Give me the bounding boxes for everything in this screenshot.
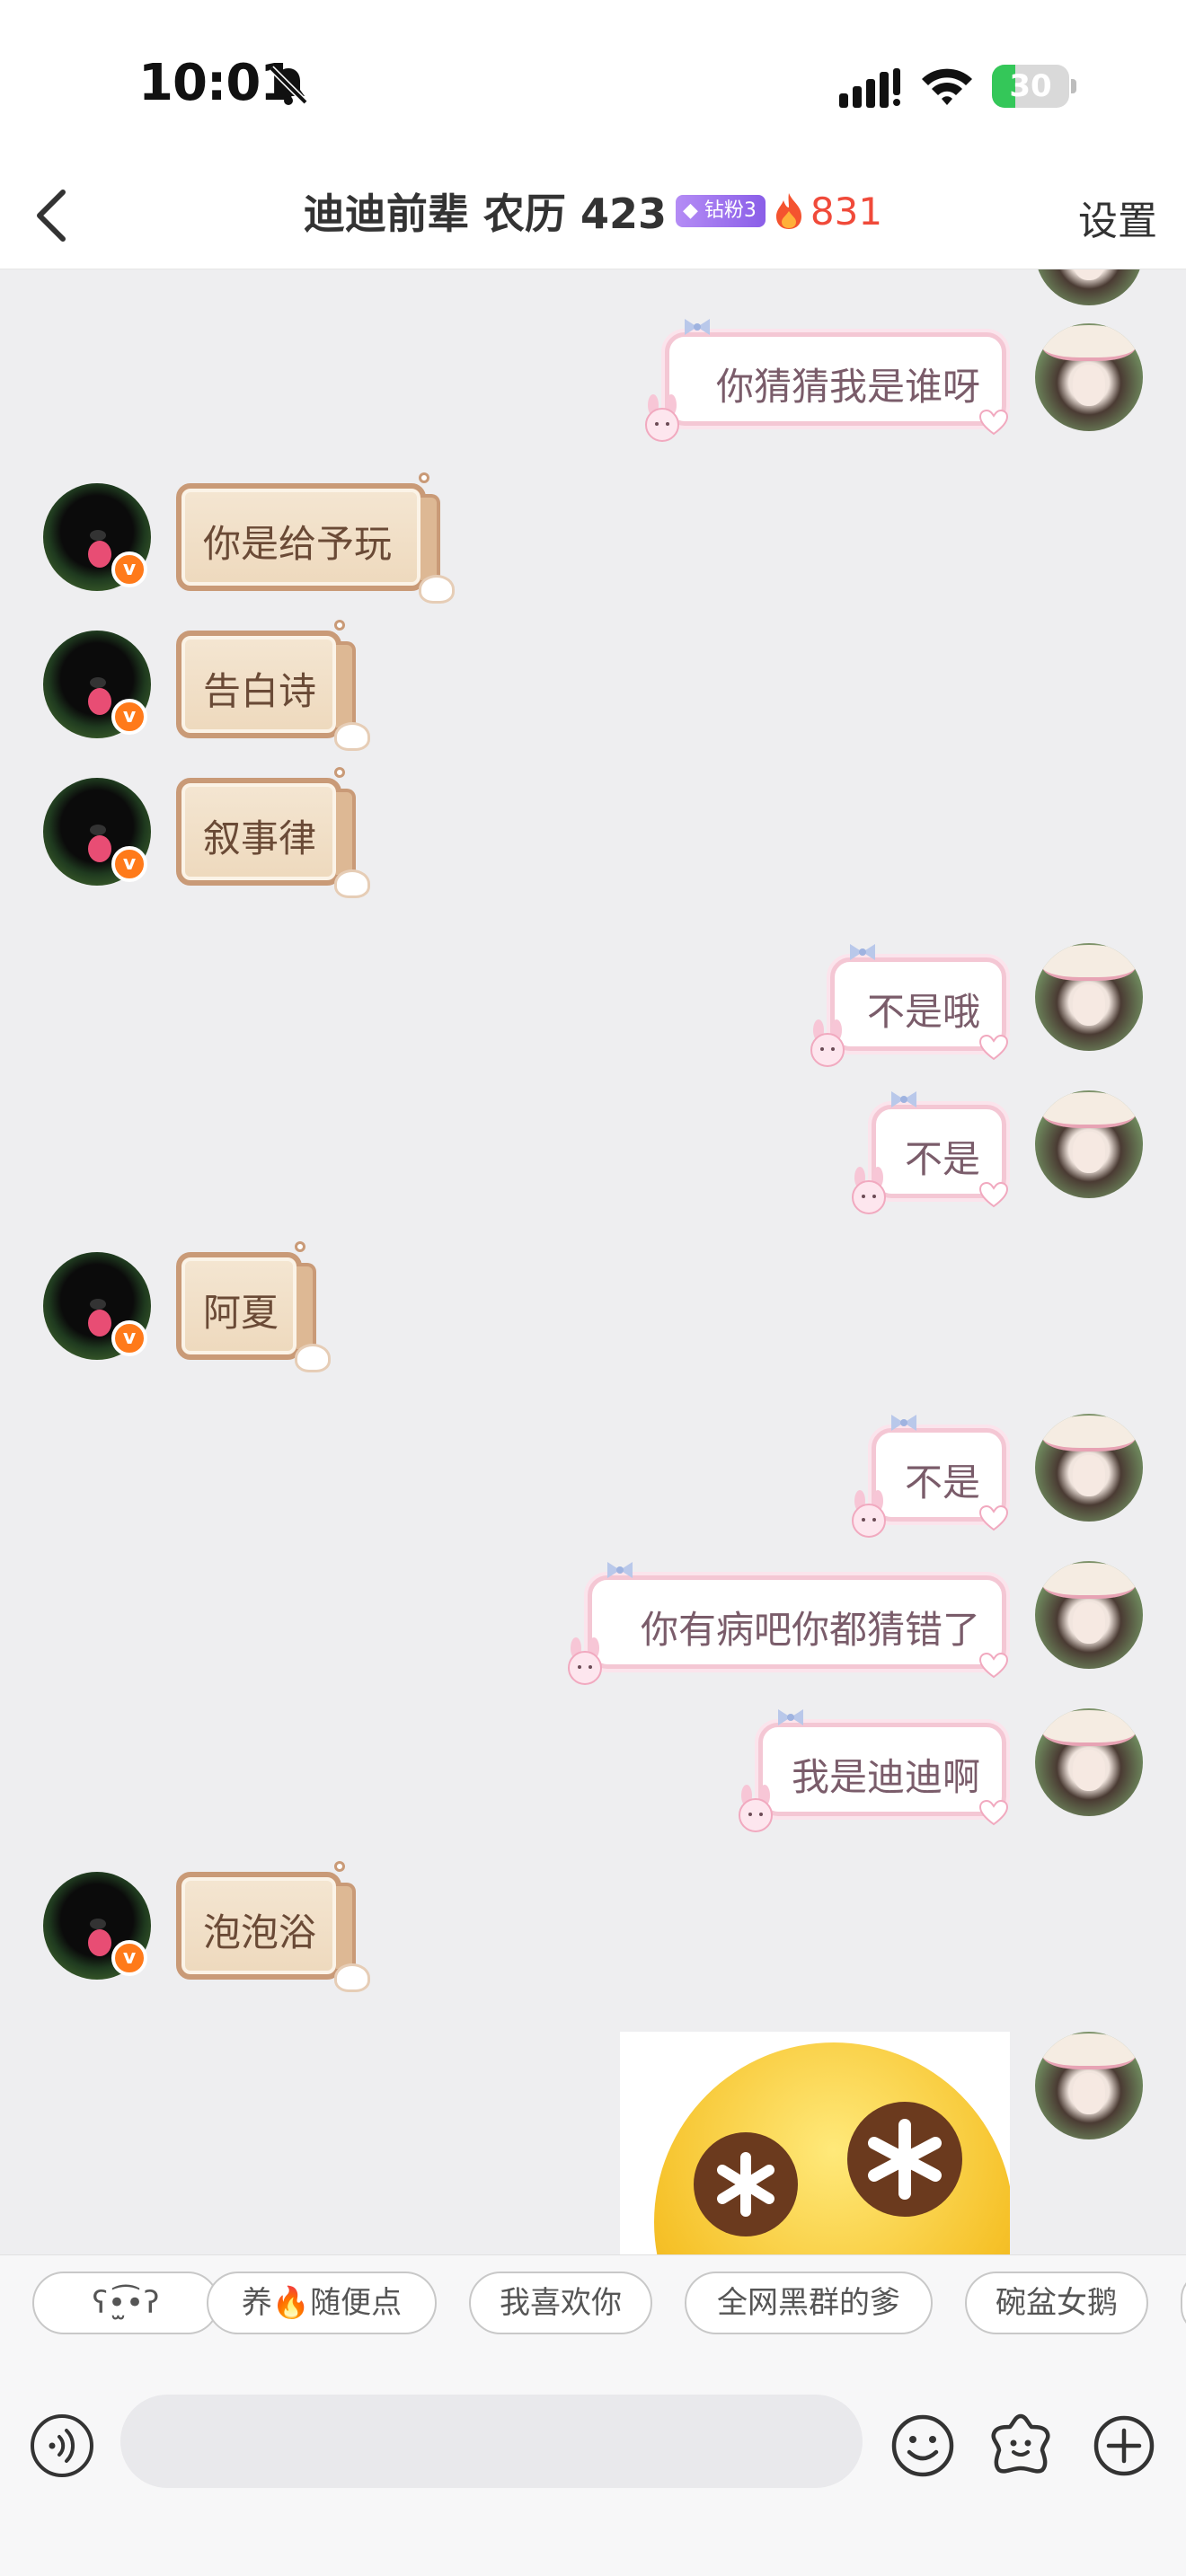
sticker-message[interactable]	[620, 2032, 1010, 2254]
bunny-icon	[568, 1637, 602, 1685]
cellular-signal-icon	[839, 68, 900, 108]
chat-title: 迪迪前辈 农历 423	[303, 190, 667, 238]
message-bubble-incoming[interactable]: 叙事律	[176, 767, 370, 898]
emoji-icon[interactable]	[890, 2413, 956, 2479]
quick-reply-chip-partial[interactable]	[1181, 2272, 1186, 2334]
streak-count: 831	[810, 189, 883, 234]
quick-reply-chip[interactable]: 碗盆女鹅	[965, 2272, 1148, 2334]
battery-level: 30	[1009, 68, 1052, 104]
status-bar: 10:01 30	[0, 0, 1186, 162]
message-bubble-incoming[interactable]: 告白诗	[176, 620, 370, 751]
avatar-self[interactable]	[1035, 1561, 1143, 1669]
message-list[interactable]: 你猜猜我是谁呀 v 你是给予玩 v 告白诗 v 叙事律 不是哦 不是 v 阿夏 …	[0, 269, 1186, 2254]
message-bubble-incoming[interactable]: 你是给予玩	[176, 472, 455, 604]
avatar-self[interactable]	[1035, 1090, 1143, 1198]
message-input[interactable]	[120, 2395, 863, 2488]
message-bubble-outgoing[interactable]: 你猜猜我是谁呀	[645, 319, 1009, 442]
bunny-icon	[739, 1785, 773, 1832]
battery-indicator: 30	[992, 65, 1076, 108]
message-text: 不是	[904, 1460, 980, 1504]
settings-button[interactable]: 设置	[1078, 189, 1157, 246]
message-text: 你猜猜我是谁呀	[715, 365, 980, 409]
quick-reply-bar[interactable]: ʕ•̫͡•ʔ 养🔥随便点 我喜欢你 全网黑群的爹 碗盆女鹅	[0, 2254, 1186, 2348]
verified-badge-icon: v	[111, 699, 147, 735]
diamond-icon: ◆	[682, 199, 704, 222]
chat-header: 迪迪前辈 农历 423 ◆ 钻粉3 831 设置	[0, 162, 1186, 269]
message-text: 你是给予玩	[203, 522, 393, 566]
message-text: 告白诗	[203, 669, 317, 713]
plus-icon[interactable]	[1093, 2414, 1155, 2477]
bunny-icon	[852, 1167, 886, 1214]
verified-badge-icon: v	[111, 551, 147, 587]
message-text: 阿夏	[203, 1291, 279, 1335]
bun-icon	[419, 575, 455, 604]
bow-icon	[850, 944, 875, 960]
heart-icon	[978, 1181, 1009, 1208]
bun-icon	[334, 1963, 370, 1992]
quick-reply-chip[interactable]: 养🔥随便点	[207, 2272, 437, 2334]
bunny-icon	[645, 394, 679, 442]
heart-icon	[978, 1504, 1009, 1531]
message-bubble-outgoing[interactable]: 不是	[852, 1415, 1009, 1538]
heart-icon	[978, 1652, 1009, 1679]
dizzy-eyes-emoji	[654, 2042, 1010, 2254]
bun-icon	[295, 1344, 331, 1372]
message-text: 你有病吧你都猜错了	[640, 1608, 980, 1652]
message-text: 我是迪迪啊	[791, 1755, 980, 1799]
heart-icon	[978, 409, 1009, 436]
verified-badge-icon: v	[111, 846, 147, 882]
bell-muted-icon	[269, 66, 308, 105]
bow-icon	[891, 1091, 916, 1107]
message-text: 叙事律	[203, 816, 317, 860]
input-bar	[0, 2348, 1186, 2576]
bow-icon	[607, 1562, 633, 1578]
verified-badge-icon: v	[111, 1940, 147, 1976]
avatar-self[interactable]	[1035, 323, 1143, 431]
avatar-self[interactable]	[1035, 1414, 1143, 1522]
message-text: 不是哦	[866, 990, 980, 1034]
fan-level-badge: ◆ 钻粉3	[675, 195, 766, 227]
message-bubble-outgoing[interactable]: 我是迪迪啊	[739, 1709, 1009, 1832]
quick-reply-chip[interactable]: 全网黑群的爹	[685, 2272, 933, 2334]
message-bubble-outgoing[interactable]: 你有病吧你都猜错了	[568, 1562, 1009, 1685]
message-text: 不是	[904, 1137, 980, 1181]
bun-icon	[334, 869, 370, 898]
bun-icon	[334, 722, 370, 751]
avatar-self[interactable]	[1035, 269, 1143, 305]
fire-icon	[775, 193, 801, 229]
bow-icon	[685, 319, 710, 335]
bow-icon	[891, 1415, 916, 1431]
wifi-icon	[922, 68, 972, 105]
sticker-icon[interactable]	[987, 2411, 1055, 2479]
verified-badge-icon: v	[111, 1320, 147, 1356]
message-bubble-outgoing[interactable]: 不是	[852, 1091, 1009, 1214]
quick-reply-chip[interactable]: 我喜欢你	[469, 2272, 652, 2334]
message-bubble-incoming[interactable]: 阿夏	[176, 1241, 331, 1372]
bow-icon	[778, 1709, 803, 1725]
quick-reply-chip[interactable]: ʕ•̫͡•ʔ	[32, 2272, 219, 2334]
message-bubble-outgoing[interactable]: 不是哦	[810, 944, 1009, 1067]
heart-icon	[978, 1034, 1009, 1061]
bunny-icon	[852, 1490, 886, 1538]
avatar-self[interactable]	[1035, 2032, 1143, 2139]
message-bubble-incoming[interactable]: 泡泡浴	[176, 1861, 370, 1992]
voice-icon[interactable]	[31, 2414, 93, 2477]
message-text: 泡泡浴	[203, 1910, 317, 1954]
avatar-self[interactable]	[1035, 943, 1143, 1051]
bunny-icon	[810, 1019, 845, 1067]
avatar-self[interactable]	[1035, 1708, 1143, 1816]
chat-title-group[interactable]: 迪迪前辈 农历 423 ◆ 钻粉3 831	[0, 181, 1186, 241]
heart-icon	[978, 1799, 1009, 1826]
